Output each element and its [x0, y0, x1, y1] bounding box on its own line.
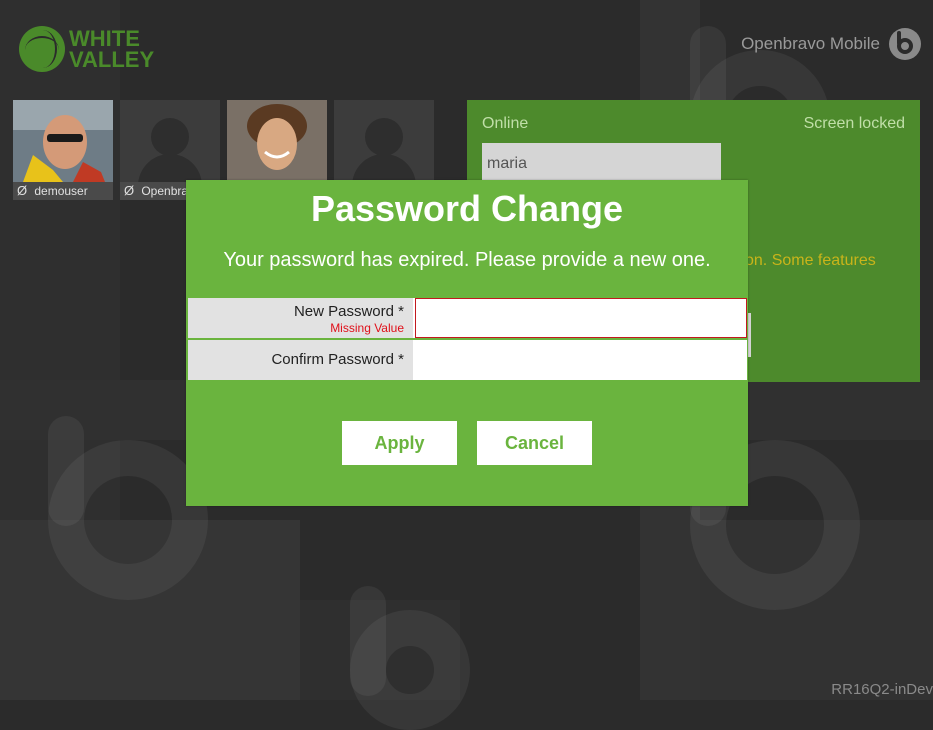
globe-icon: [19, 26, 65, 72]
username-input[interactable]: maria: [482, 143, 721, 185]
user-avatar-head: [365, 118, 403, 156]
offline-status-icon: Ø: [17, 183, 28, 198]
dialog-title: Password Change: [310, 188, 624, 229]
confirm-password-input[interactable]: [415, 340, 747, 380]
apply-button[interactable]: Apply: [342, 421, 457, 465]
version-label: RR16Q2-inDev: [831, 681, 933, 698]
new-password-label: New Password *: [293, 303, 404, 320]
user-label: Ø demouser: [13, 182, 113, 200]
confirm-password-label-cell: Confirm Password *: [188, 340, 413, 380]
openbravo-watermark-icon: [350, 586, 470, 730]
user-card-demouser[interactable]: Ø demouser: [13, 100, 113, 200]
user-avatar: [13, 100, 113, 182]
password-change-dialog: Password Change Your password has expire…: [186, 180, 748, 506]
confirm-password-row: Confirm Password *: [188, 340, 747, 380]
user-avatar-body: [352, 154, 416, 182]
app-name: Openbravo Mobile: [741, 34, 880, 53]
cancel-button[interactable]: Cancel: [477, 421, 592, 465]
offline-status-icon: Ø: [124, 183, 135, 198]
new-password-label-cell: New Password * Missing Value: [188, 298, 413, 338]
missing-value-error: Missing Value: [330, 321, 404, 335]
white-valley-logo: WHITE VALLEY: [19, 26, 179, 74]
dialog-message: Your password has expired. Please provid…: [223, 249, 711, 271]
openbravo-icon: [889, 28, 921, 60]
new-password-row: New Password * Missing Value: [188, 298, 747, 338]
confirm-password-label: Confirm Password *: [271, 351, 404, 368]
user-card-4[interactable]: [334, 100, 434, 182]
online-status: Online: [482, 115, 529, 132]
screen-locked-status: Screen locked: [803, 115, 905, 132]
user-avatar: [227, 100, 327, 182]
user-card-3[interactable]: [227, 100, 327, 182]
new-password-input[interactable]: [415, 298, 747, 338]
openbravo-watermark-icon: [48, 416, 208, 600]
logo-text: WHITE VALLEY: [69, 26, 155, 72]
offline-warning: on. Some features: [745, 252, 876, 269]
user-avatar-head: [151, 118, 189, 156]
